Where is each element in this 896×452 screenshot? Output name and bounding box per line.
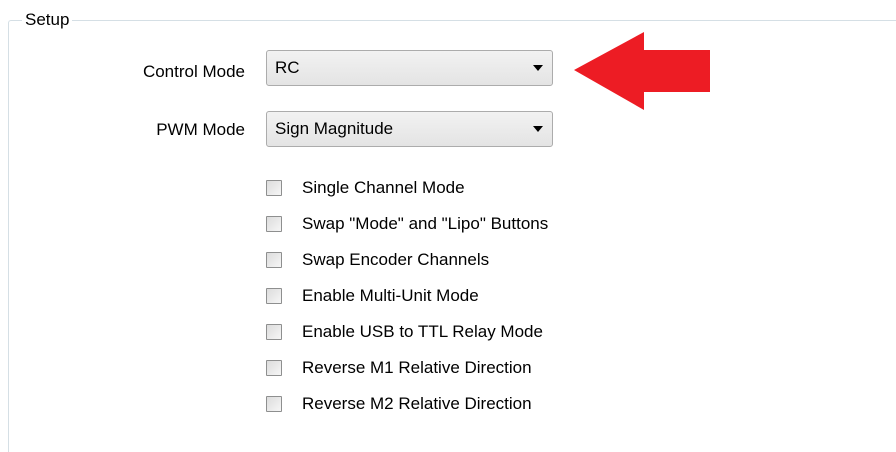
swap-mode-lipo-buttons-option[interactable]: Swap "Mode" and "Lipo" Buttons — [266, 206, 548, 242]
swap-mode-lipo-buttons-checkbox[interactable] — [266, 216, 282, 232]
control-mode-label: Control Mode — [142, 62, 245, 81]
red-arrow-icon — [574, 32, 710, 110]
control-mode-value: RC — [275, 58, 300, 77]
chevron-down-icon — [533, 65, 543, 71]
enable-usb-ttl-relay-mode-option[interactable]: Enable USB to TTL Relay Mode — [266, 314, 548, 350]
reverse-m2-direction-checkbox[interactable] — [266, 396, 282, 412]
options-checkbox-list: Single Channel Mode Swap "Mode" and "Lip… — [266, 170, 548, 422]
chevron-down-icon — [533, 126, 543, 132]
reverse-m2-direction-option[interactable]: Reverse M2 Relative Direction — [266, 386, 548, 422]
reverse-m1-direction-option[interactable]: Reverse M1 Relative Direction — [266, 350, 548, 386]
pwm-mode-dropdown[interactable]: Sign Magnitude — [266, 111, 553, 147]
enable-multi-unit-mode-option[interactable]: Enable Multi-Unit Mode — [266, 278, 548, 314]
control-mode-dropdown[interactable]: RC — [266, 50, 553, 86]
reverse-m2-direction-label: Reverse M2 Relative Direction — [302, 394, 532, 413]
swap-encoder-channels-label: Swap Encoder Channels — [302, 250, 490, 269]
single-channel-mode-option[interactable]: Single Channel Mode — [266, 170, 548, 206]
enable-multi-unit-mode-label: Enable Multi-Unit Mode — [302, 286, 479, 305]
swap-mode-lipo-buttons-label: Swap "Mode" and "Lipo" Buttons — [302, 214, 549, 233]
single-channel-mode-label: Single Channel Mode — [302, 178, 465, 197]
enable-multi-unit-mode-checkbox[interactable] — [266, 288, 282, 304]
swap-encoder-channels-option[interactable]: Swap Encoder Channels — [266, 242, 548, 278]
pwm-mode-label: PWM Mode — [156, 120, 245, 139]
pwm-mode-value: Sign Magnitude — [275, 119, 394, 138]
setup-group-title: Setup — [22, 8, 73, 32]
reverse-m1-direction-label: Reverse M1 Relative Direction — [302, 358, 532, 377]
swap-encoder-channels-checkbox[interactable] — [266, 252, 282, 268]
reverse-m1-direction-checkbox[interactable] — [266, 360, 282, 376]
enable-usb-ttl-relay-mode-label: Enable USB to TTL Relay Mode — [302, 322, 543, 341]
enable-usb-ttl-relay-mode-checkbox[interactable] — [266, 324, 282, 340]
single-channel-mode-checkbox[interactable] — [266, 180, 282, 196]
